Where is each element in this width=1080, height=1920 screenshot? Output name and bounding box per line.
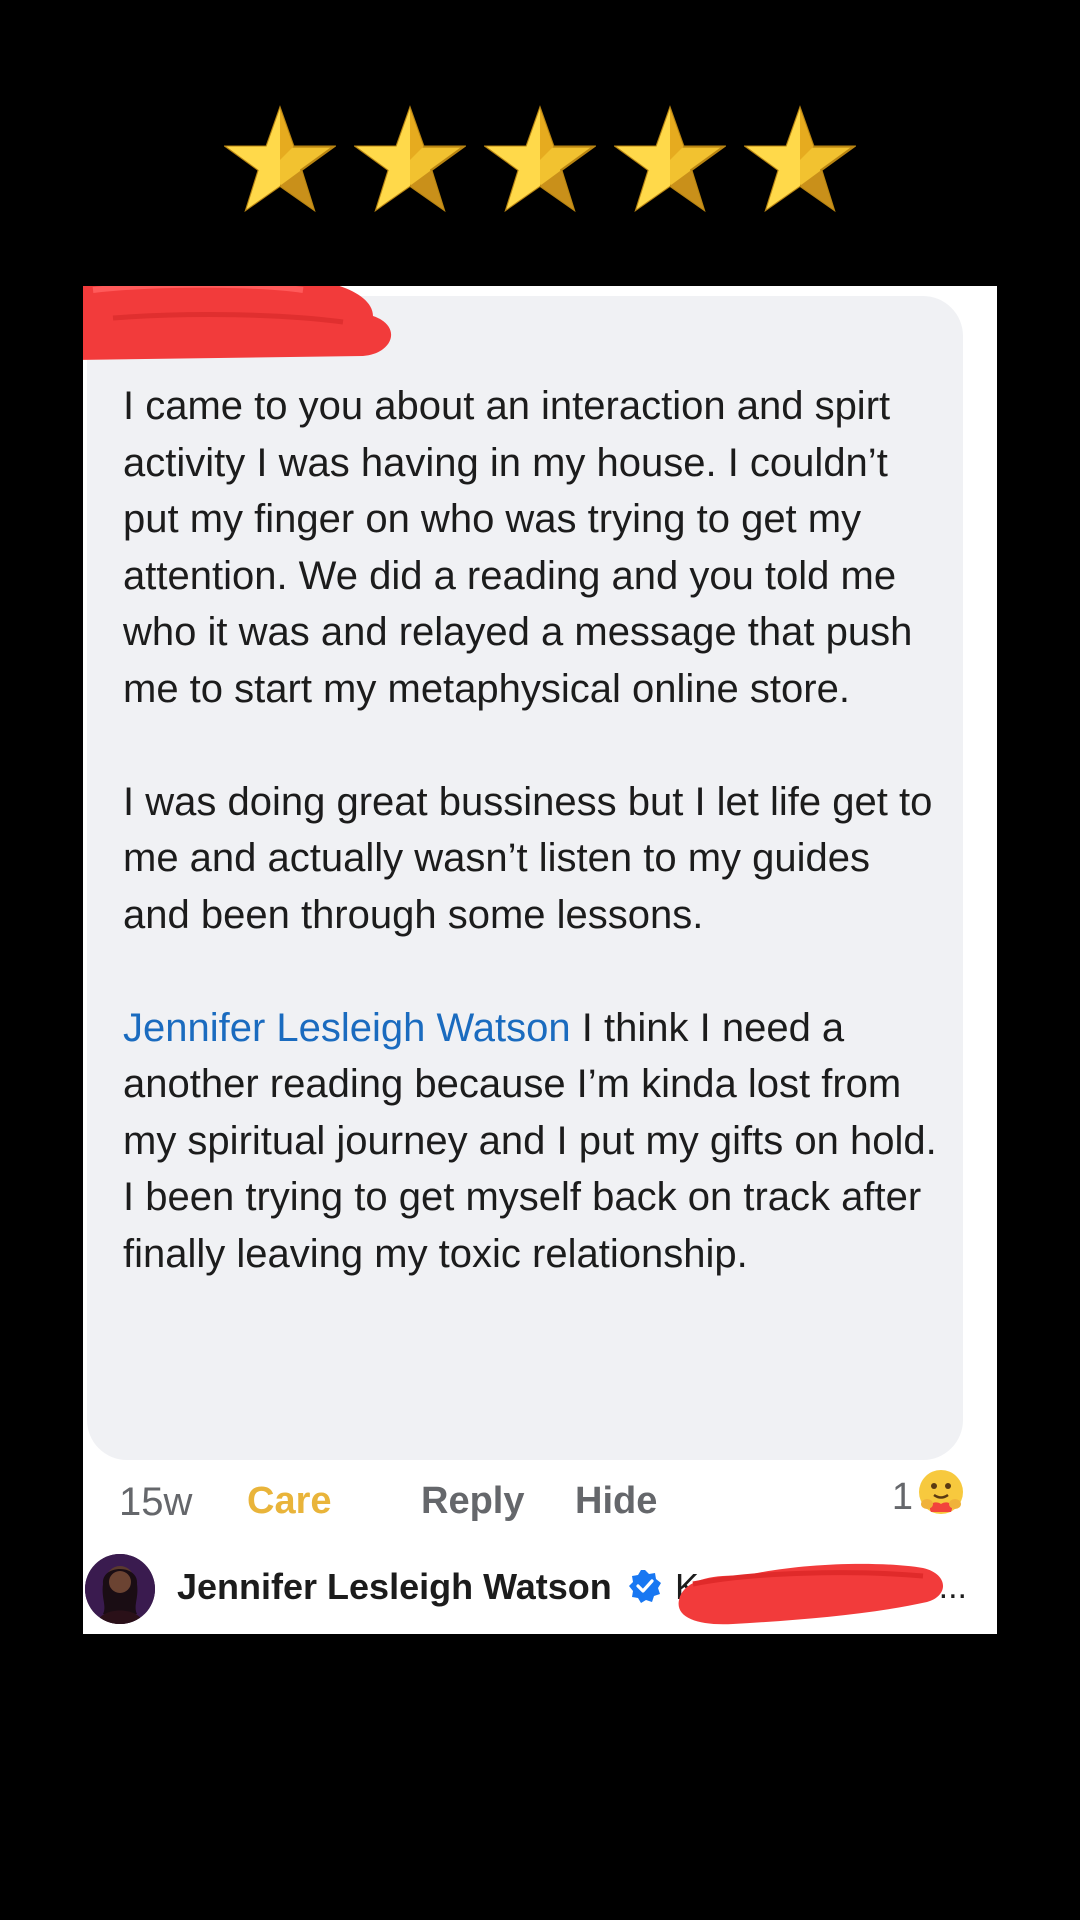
comment-paragraph: Jennifer Lesleigh Watson I think I need … bbox=[123, 1000, 943, 1283]
star-icon bbox=[614, 104, 726, 216]
hide-button[interactable]: Hide bbox=[575, 1480, 657, 1523]
reply-button[interactable]: Reply bbox=[421, 1480, 524, 1523]
mention-link[interactable]: Jennifer Lesleigh Watson bbox=[123, 1006, 571, 1050]
reaction-count[interactable]: 1 bbox=[892, 1476, 913, 1519]
timestamp: 15w bbox=[119, 1480, 193, 1524]
comment-paragraph: I was doing great bussiness but I let li… bbox=[123, 779, 933, 937]
star-icon bbox=[744, 104, 856, 216]
verified-badge-icon bbox=[629, 1570, 661, 1603]
star-icon bbox=[484, 104, 596, 216]
reply-author-name[interactable]: Jennifer Lesleigh Watson bbox=[177, 1566, 612, 1608]
avatar[interactable] bbox=[85, 1554, 155, 1624]
comment-actions: 15w Care Reply Hide 1 bbox=[119, 1468, 965, 1538]
comment-text: I came to you about an interaction and s… bbox=[123, 378, 943, 1282]
star-icon bbox=[354, 104, 466, 216]
comment-screenshot: I came to you about an interaction and s… bbox=[83, 286, 997, 1634]
care-button[interactable]: Care bbox=[247, 1480, 332, 1523]
comment-bubble: I came to you about an interaction and s… bbox=[87, 296, 963, 1460]
star-icon bbox=[224, 104, 336, 216]
five-star-rating bbox=[0, 100, 1080, 220]
care-emoji-icon[interactable] bbox=[917, 1468, 965, 1516]
comment-paragraph: I came to you about an interaction and s… bbox=[123, 384, 913, 711]
redaction-scribble bbox=[83, 286, 392, 360]
redaction-scribble bbox=[678, 1563, 944, 1625]
